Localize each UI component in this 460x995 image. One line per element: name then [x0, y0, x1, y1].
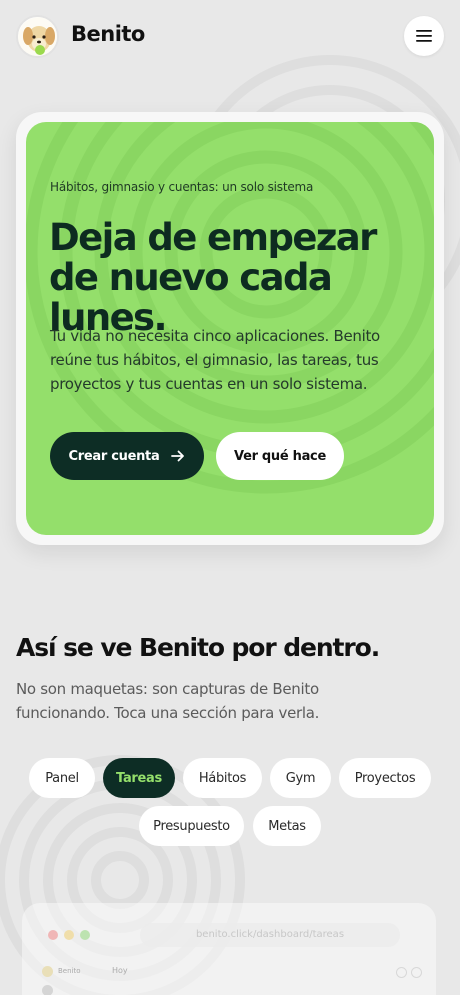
preview-url-bar: benito.click/dashboard/tareas	[140, 923, 400, 947]
preview-logo-icon	[42, 966, 53, 977]
preview-avatar-icon	[42, 985, 53, 995]
preview-circle-icon	[411, 967, 422, 978]
section-title: Así se ve Benito por dentro.	[16, 633, 380, 662]
tab-presupuesto[interactable]: Presupuesto	[139, 806, 244, 846]
tab-proyectos[interactable]: Proyectos	[339, 758, 431, 798]
tab-habitos[interactable]: Hábitos	[183, 758, 262, 798]
create-account-button[interactable]: Crear cuenta	[50, 432, 204, 480]
site-header: Benito	[0, 0, 460, 74]
section-subtitle: No son maquetas: son capturas de Benito …	[16, 680, 320, 722]
hamburger-menu-icon	[416, 30, 432, 42]
window-close-dot	[48, 930, 58, 940]
see-what-it-does-button[interactable]: Ver qué hace	[216, 432, 344, 480]
preview-heading: Hoy	[112, 966, 128, 975]
tab-panel[interactable]: Panel	[29, 758, 95, 798]
menu-button[interactable]	[404, 16, 444, 56]
hero-subtitle: Tu vida no necesita cinco aplicaciones. …	[50, 327, 380, 393]
create-account-label: Crear cuenta	[68, 448, 160, 464]
arrow-right-icon	[171, 450, 185, 462]
tab-metas[interactable]: Metas	[253, 806, 321, 846]
tab-tareas[interactable]: Tareas	[103, 758, 175, 798]
hero-eyebrow: Hábitos, gimnasio y cuentas: un solo sis…	[50, 180, 314, 194]
window-maximize-dot	[80, 930, 90, 940]
app-screenshot-preview[interactable]: benito.click/dashboard/tareas Benito Hoy	[22, 903, 436, 995]
preview-circle-icon	[396, 967, 407, 978]
window-minimize-dot	[64, 930, 74, 940]
brand-name[interactable]: Benito	[71, 22, 145, 46]
hero-title: Deja de empezar de nuevo cada lunes.	[49, 216, 377, 339]
preview-brand: Benito	[58, 967, 81, 975]
dog-avatar-icon	[18, 17, 57, 56]
tab-gym[interactable]: Gym	[270, 758, 331, 798]
hero-card: Hábitos, gimnasio y cuentas: un solo sis…	[26, 122, 434, 535]
benito-dog-logo[interactable]	[16, 15, 59, 58]
